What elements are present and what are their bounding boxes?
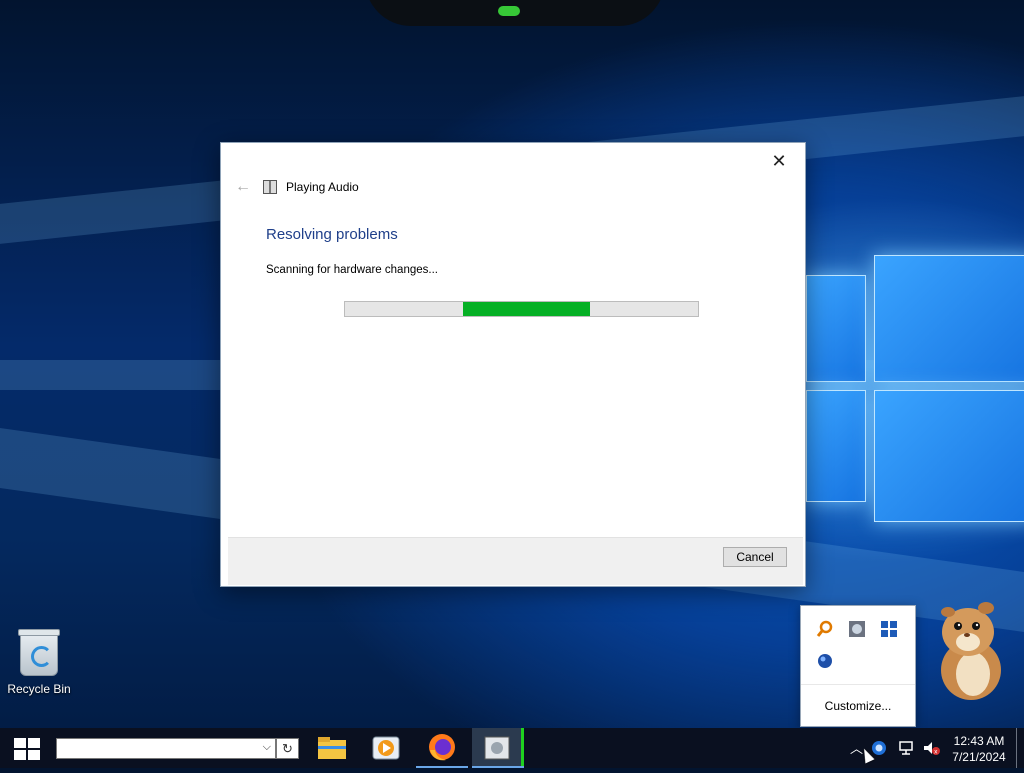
- cancel-button[interactable]: Cancel: [723, 547, 787, 567]
- taskbar-app-file-explorer[interactable]: [306, 728, 358, 768]
- hamster-mascot-icon: [941, 602, 1001, 700]
- close-icon: ✕: [771, 151, 787, 171]
- troubleshooter-icon: [484, 728, 524, 768]
- system-clock[interactable]: 12:43 AM 7/21/2024: [944, 733, 1014, 765]
- close-button[interactable]: ✕: [767, 151, 791, 171]
- taskbar: ⌵ ↻ ︿ x 12:43 AM 7/21/2024: [0, 728, 1024, 768]
- grid-app-icon[interactable]: [880, 620, 898, 638]
- start-button[interactable]: [14, 738, 40, 760]
- clock-time: 12:43 AM: [953, 734, 1005, 748]
- dialog-nav: ← Playing Audio: [235, 177, 359, 197]
- svg-text:x: x: [934, 749, 938, 756]
- back-arrow-icon[interactable]: ←: [235, 178, 251, 196]
- recycle-bin-icon: [18, 629, 60, 676]
- chevron-down-icon[interactable]: ⌵: [263, 741, 271, 754]
- status-text: Scanning for hardware changes...: [266, 264, 438, 276]
- dialog-title: Playing Audio: [286, 180, 359, 194]
- taskbar-app-media-player[interactable]: [360, 728, 412, 768]
- firefox-icon: [429, 734, 455, 761]
- desktop-icon-label: Recycle Bin: [7, 682, 71, 696]
- address-bar[interactable]: ⌵: [56, 738, 276, 759]
- progress-bar: [344, 301, 699, 317]
- windows-logo-wallpaper: [806, 245, 1024, 522]
- volume-muted-icon[interactable]: x: [922, 740, 940, 756]
- refresh-icon: ↻: [282, 741, 293, 756]
- network-icon[interactable]: [898, 740, 916, 756]
- top-notch-decoration: [365, 0, 665, 26]
- network-tool-icon[interactable]: [848, 620, 866, 638]
- troubleshooter-dialog: ✕ ← Playing Audio Resolving problems Sca…: [220, 142, 806, 587]
- globe-icon[interactable]: [816, 652, 834, 670]
- refresh-button[interactable]: ↻: [276, 738, 299, 759]
- search-tool-icon[interactable]: [816, 620, 834, 638]
- taskbar-app-firefox[interactable]: [416, 728, 468, 768]
- media-player-icon: [372, 736, 400, 760]
- clock-date: 7/21/2024: [952, 750, 1006, 764]
- customize-link[interactable]: Customize...: [801, 684, 915, 713]
- page-heading: Resolving problems: [266, 226, 398, 243]
- sync-icon[interactable]: [870, 740, 888, 756]
- dialog-footer: Cancel: [228, 537, 803, 585]
- desktop-icon-recycle-bin[interactable]: Recycle Bin: [4, 629, 74, 696]
- progress-marquee: [463, 302, 590, 316]
- file-explorer-icon: [318, 737, 346, 759]
- tray-overflow-flyout: Customize...: [800, 605, 916, 727]
- notch-indicator: [498, 6, 520, 16]
- troubleshooter-icon: [263, 180, 277, 194]
- taskbar-app-troubleshooter[interactable]: [472, 728, 524, 768]
- show-desktop-button[interactable]: [1016, 728, 1017, 768]
